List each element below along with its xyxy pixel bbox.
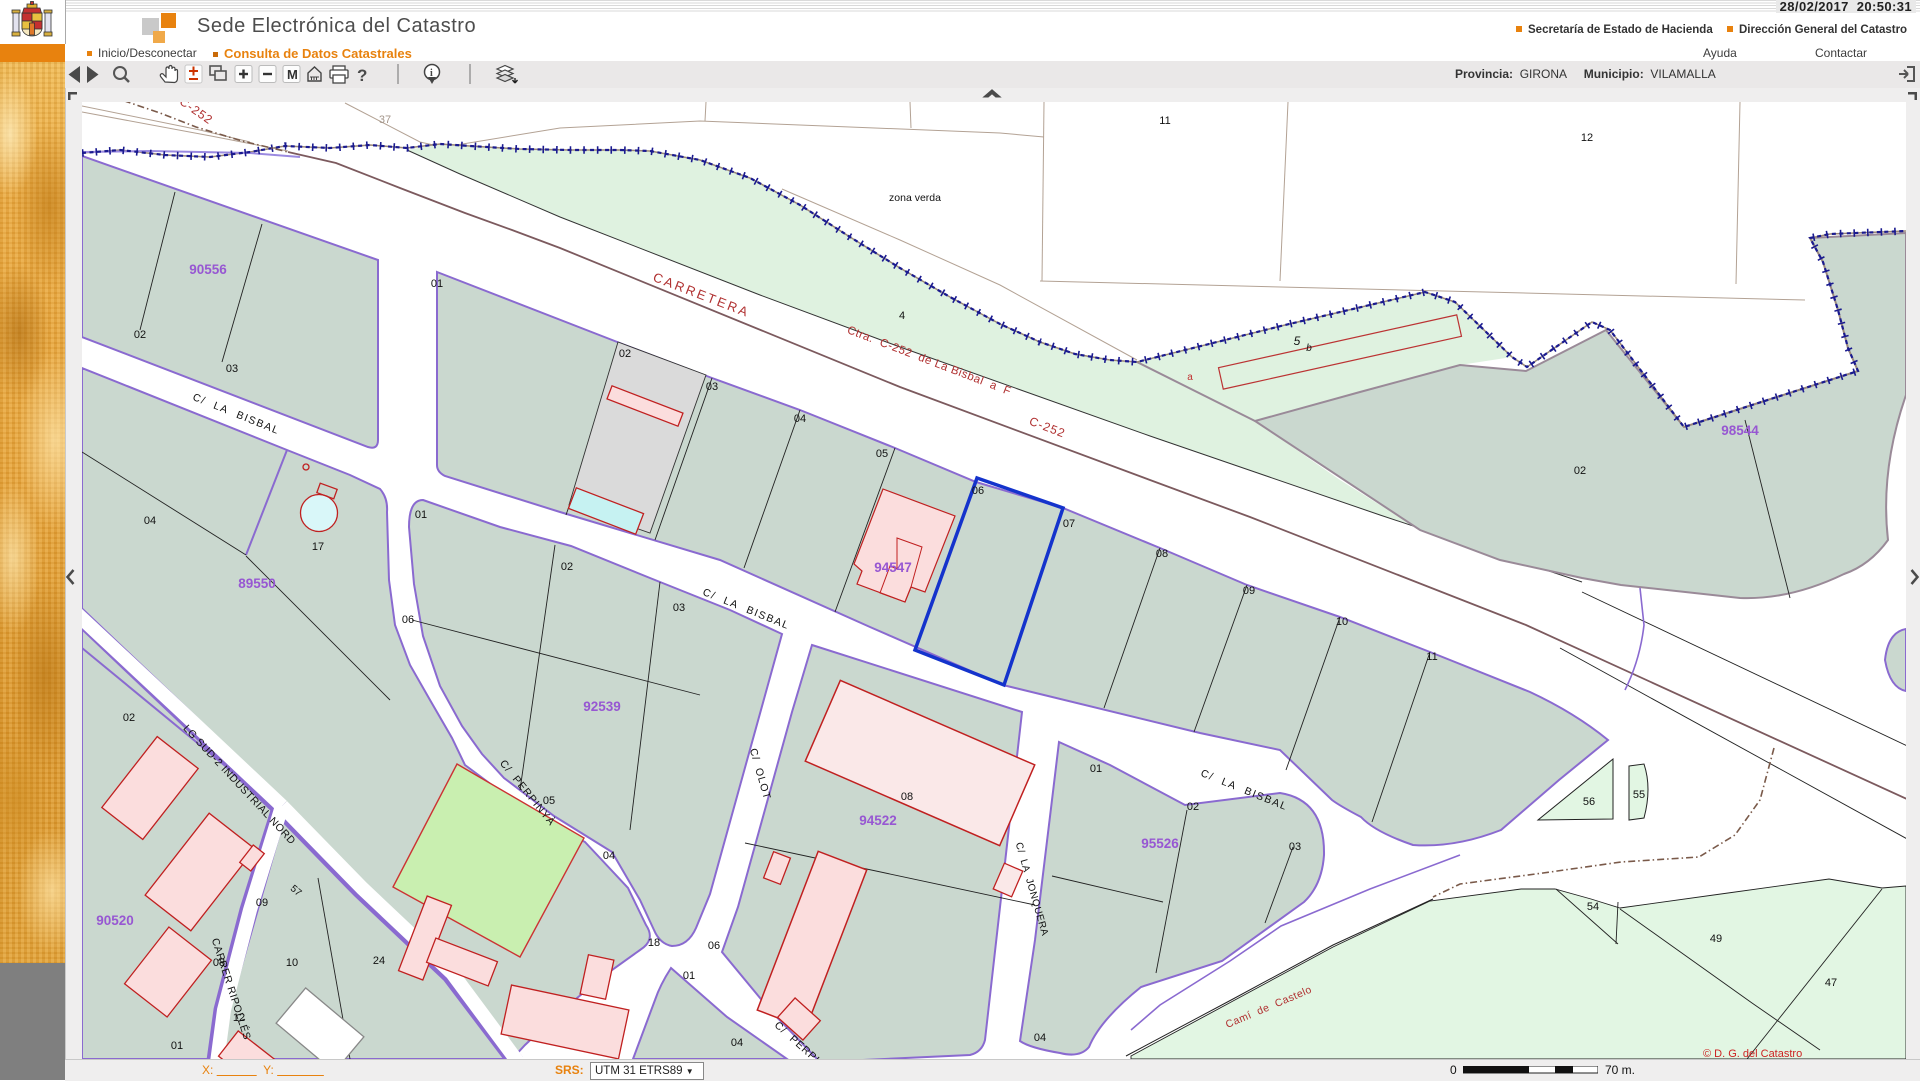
svg-text:?: ? <box>357 66 367 85</box>
svg-text:i: i <box>430 68 433 79</box>
svg-text:M: M <box>287 67 298 82</box>
